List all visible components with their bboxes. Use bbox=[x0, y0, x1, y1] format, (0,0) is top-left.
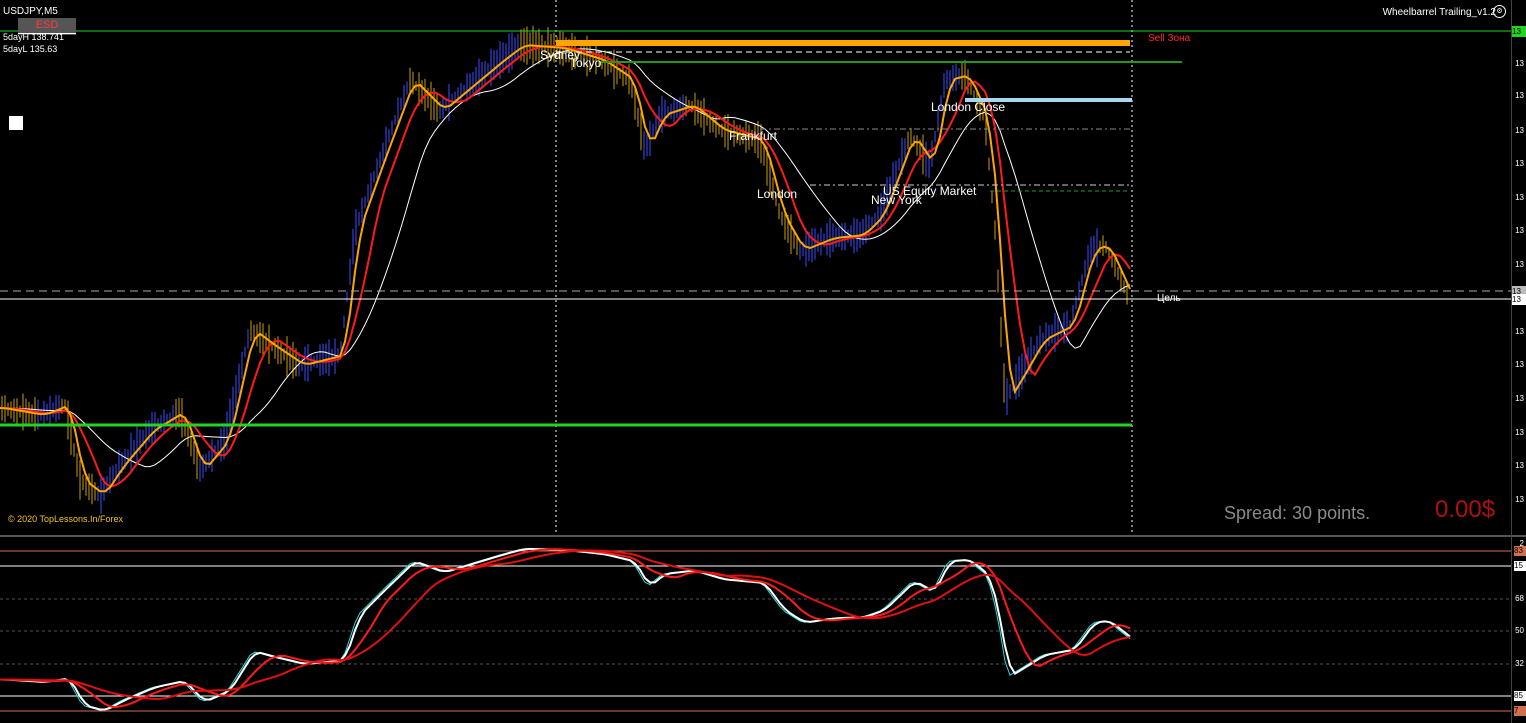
osc-fast-line bbox=[0, 548, 1131, 711]
sell-zone-label: Sell Зона bbox=[1148, 33, 1191, 44]
osc-tick-32: 32 bbox=[1515, 659, 1524, 668]
osc-tick-50: 50 bbox=[1515, 626, 1524, 635]
price-axis-tick: 13 bbox=[1515, 327, 1524, 336]
osc-tag-bottom: 7 bbox=[1514, 706, 1526, 716]
price-axis-tick: 13 bbox=[1515, 495, 1524, 504]
target-label: Цель bbox=[1157, 293, 1181, 304]
price-axis-tick: 13 bbox=[1515, 226, 1524, 235]
profit-readout: 0.00$ bbox=[1435, 496, 1496, 523]
price-axis-tick: 13 bbox=[1515, 461, 1524, 470]
session-label-london: London bbox=[757, 187, 798, 201]
oscillator-chart[interactable] bbox=[0, 537, 1526, 723]
five-day-high-label: 5dayH 138.741 bbox=[3, 32, 65, 42]
toggle-square[interactable] bbox=[9, 116, 23, 130]
osc-tag-upper: 83 bbox=[1514, 546, 1526, 556]
osc-tag-level: 15 bbox=[1514, 561, 1526, 571]
price-axis-tick: 13 bbox=[1515, 428, 1524, 437]
gear-icon[interactable]: ⚙ bbox=[1493, 5, 1506, 18]
session-label-london-close: London Close bbox=[931, 100, 1006, 114]
copyright: © 2020 TopLessons.In/Forex bbox=[8, 514, 124, 524]
price-tag-resistance: 13 bbox=[1512, 26, 1526, 37]
price-axis-tick: 13 bbox=[1515, 126, 1524, 135]
osc-tick-68: 68 bbox=[1515, 594, 1524, 603]
spread-readout: Spread: 30 points. bbox=[1224, 503, 1371, 523]
indicator-name: Wheelbarrel Trailing_v1.2 bbox=[1382, 7, 1496, 18]
session-label-frankfurt: Frankfurt bbox=[729, 129, 778, 143]
price-axis-tick: 13 bbox=[1515, 193, 1524, 202]
price-axis-tick: 13 bbox=[1515, 260, 1524, 269]
price-tag-target: 13 bbox=[1512, 294, 1526, 305]
price-chart[interactable] bbox=[0, 0, 1526, 535]
osc-tag-lower: 85 bbox=[1514, 691, 1526, 701]
session-label-tokyo: Tokyo bbox=[570, 56, 602, 70]
five-day-low-label: 5dayL 135.63 bbox=[3, 44, 58, 54]
price-axis-tick: 13 bbox=[1515, 394, 1524, 403]
price-axis-tick: 13 bbox=[1515, 360, 1524, 369]
symbol-timeframe: USDJPY,M5 bbox=[3, 6, 58, 17]
price-axis-tick: 13 bbox=[1515, 159, 1524, 168]
session-label-us-equity: US Equity Market bbox=[883, 184, 977, 198]
price-axis-tick: 13 bbox=[1515, 91, 1524, 100]
price-axis-tick: 13 bbox=[1515, 59, 1524, 68]
